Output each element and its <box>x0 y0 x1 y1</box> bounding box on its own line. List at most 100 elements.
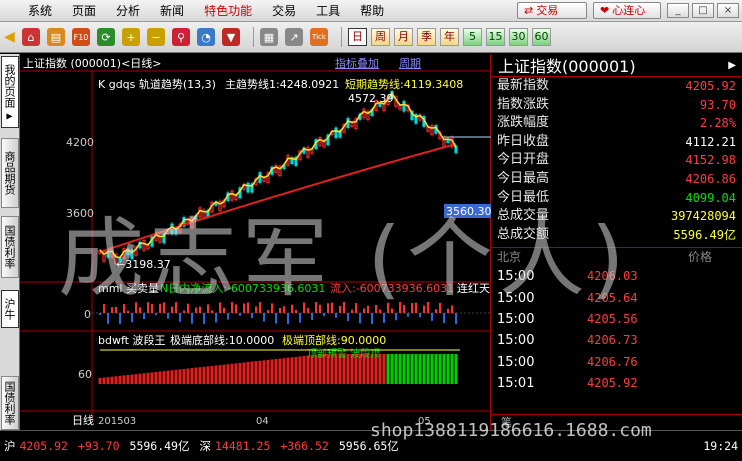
heart-icon: ❤ <box>600 4 610 17</box>
trade-button[interactable]: ⇄ 交易 <box>517 2 587 19</box>
bd-bar <box>114 376 118 384</box>
tab-sh-bull[interactable]: 沪牛 <box>1 290 19 328</box>
tab-bond-rate-2[interactable]: 国债利率 <box>1 376 19 430</box>
bd-bar <box>186 368 190 384</box>
refresh-icon[interactable]: ⟳ <box>97 28 115 46</box>
overlay-indicator-button[interactable]: 指标叠加 <box>335 56 379 70</box>
tab-bond-rate[interactable]: 国债利率 <box>1 216 19 278</box>
quote-bottom-tab[interactable]: 笔 <box>492 414 742 430</box>
tick-row: 15:00 4206.73 <box>492 330 742 351</box>
bd-bar <box>390 354 394 384</box>
period-month[interactable]: 月 <box>394 28 413 46</box>
volume-bar <box>423 305 425 313</box>
quote-panel: 上证指数(000001) ▶ 最新指数 4205.92 指数涨跌 93.70 涨跌幅度 2… <box>492 54 742 430</box>
menu-special-features[interactable]: 特色功能 <box>194 0 262 22</box>
period-week[interactable]: 周 <box>371 28 390 46</box>
filter-icon[interactable]: ▼ <box>222 28 240 46</box>
home-icon[interactable]: ⌂ <box>22 28 40 46</box>
quote-row-value: 2.28% <box>699 116 736 131</box>
volume-bar <box>443 313 445 324</box>
bd-bar <box>230 363 234 384</box>
close-button[interactable]: × <box>717 3 739 18</box>
volume-bar <box>107 313 109 324</box>
bd-bar <box>158 371 162 384</box>
volume-bar <box>431 313 433 321</box>
zoom-in-icon[interactable]: + <box>122 28 140 46</box>
menu-trade[interactable]: 交易 <box>262 0 306 22</box>
volume-bar <box>303 302 305 313</box>
f10-icon[interactable]: F10 <box>72 28 90 46</box>
trade-button-label: 交易 <box>536 4 559 17</box>
price-tag-label: 3560.30 <box>446 205 491 218</box>
volume-bar <box>247 302 249 313</box>
maximize-button[interactable]: □ <box>692 3 714 18</box>
bd-bar <box>298 356 302 384</box>
quote-row-value: 4152.98 <box>685 153 736 168</box>
period-5min[interactable]: 5 <box>463 28 482 46</box>
volume-bar <box>231 302 233 313</box>
volume-bar <box>311 313 313 320</box>
volume-bar <box>447 308 449 313</box>
left-vertical-tabs: 我的页面 ▶ 商品期货 国债利率 沪牛 国债利率 <box>0 54 20 430</box>
quote-next-arrow-icon[interactable]: ▶ <box>728 60 736 71</box>
volume-bar <box>167 313 169 319</box>
period-60min[interactable]: 60 <box>532 28 551 46</box>
quote-row-label: 总成交额 <box>497 226 550 242</box>
bd-bar <box>274 359 278 384</box>
bd-bar <box>270 359 274 384</box>
tick-price: 4205.56 <box>587 311 638 326</box>
volume-bar <box>411 303 413 313</box>
bd-bar <box>234 363 238 384</box>
bd-bar <box>222 364 226 384</box>
pie-icon[interactable]: ◔ <box>197 28 215 46</box>
search-icon[interactable]: ⚲ <box>172 28 190 46</box>
period-15min[interactable]: 15 <box>486 28 505 46</box>
menu-analysis[interactable]: 分析 <box>106 0 150 22</box>
bd-bar <box>438 354 442 384</box>
bd-bar <box>250 361 254 384</box>
bd-bar <box>418 354 422 384</box>
volume-bar <box>127 310 129 313</box>
period-30min[interactable]: 30 <box>509 28 528 46</box>
menu-news[interactable]: 新闻 <box>150 0 194 22</box>
period-day[interactable]: 日 <box>348 28 367 46</box>
bd-bar <box>254 361 258 384</box>
quote-row-label: 涨跌幅度 <box>497 115 550 131</box>
quote-title-bar: 上证指数(000001) ▶ <box>492 54 742 77</box>
bd-overlay-text: 顶部预警 波段顶 <box>307 347 380 360</box>
volume-bar <box>427 302 429 313</box>
menu-system[interactable]: 系统 <box>0 0 62 22</box>
bd-bottom-line-label: 极端底部线:10.0000 <box>170 333 274 347</box>
line-chart-icon[interactable]: ↗ <box>285 28 303 46</box>
folder-icon[interactable]: ▤ <box>47 28 65 46</box>
period-year[interactable]: 年 <box>440 28 459 46</box>
volume-bar <box>339 305 341 313</box>
high-label: 4572.39 <box>348 92 394 105</box>
volume-bar <box>295 309 297 313</box>
volume-bar <box>347 313 349 322</box>
tick-row: 15:00 4206.03 <box>492 266 742 287</box>
volume-bar <box>239 313 241 316</box>
period-quarter[interactable]: 季 <box>417 28 436 46</box>
tab-my-page[interactable]: 我的页面 ▶ <box>1 56 19 128</box>
bd-bar <box>118 375 122 384</box>
table-icon[interactable]: ▦ <box>260 28 278 46</box>
menu-tools[interactable]: 工具 <box>306 0 350 22</box>
bd-bar <box>138 373 142 384</box>
zoom-out-icon[interactable]: − <box>147 28 165 46</box>
minimize-button[interactable]: _ <box>667 3 689 18</box>
heart-button[interactable]: ❤ 心连心 <box>593 2 661 19</box>
chart-area[interactable]: 上证指数 (000001)<日线> 指标叠加 周期 K gdqs 轨道趋势(13… <box>20 54 491 430</box>
back-arrow-icon[interactable]: ◀ <box>4 29 18 45</box>
bd-bar <box>130 374 134 384</box>
tab-commodity-futures[interactable]: 商品期货 <box>1 138 19 208</box>
menu-help[interactable]: 帮助 <box>350 0 394 22</box>
tick-icon[interactable]: Tick <box>310 28 328 46</box>
bd-bar <box>150 372 154 384</box>
menu-bar: 系统 页面 分析 新闻 特色功能 交易 工具 帮助 ⇄ 交易 ❤ 心连心 _ □… <box>0 0 742 22</box>
volume-bar <box>299 313 301 323</box>
bd-bar <box>238 362 242 384</box>
bd-bar <box>206 366 210 384</box>
period-button[interactable]: 周期 <box>399 57 421 70</box>
menu-page[interactable]: 页面 <box>62 0 106 22</box>
